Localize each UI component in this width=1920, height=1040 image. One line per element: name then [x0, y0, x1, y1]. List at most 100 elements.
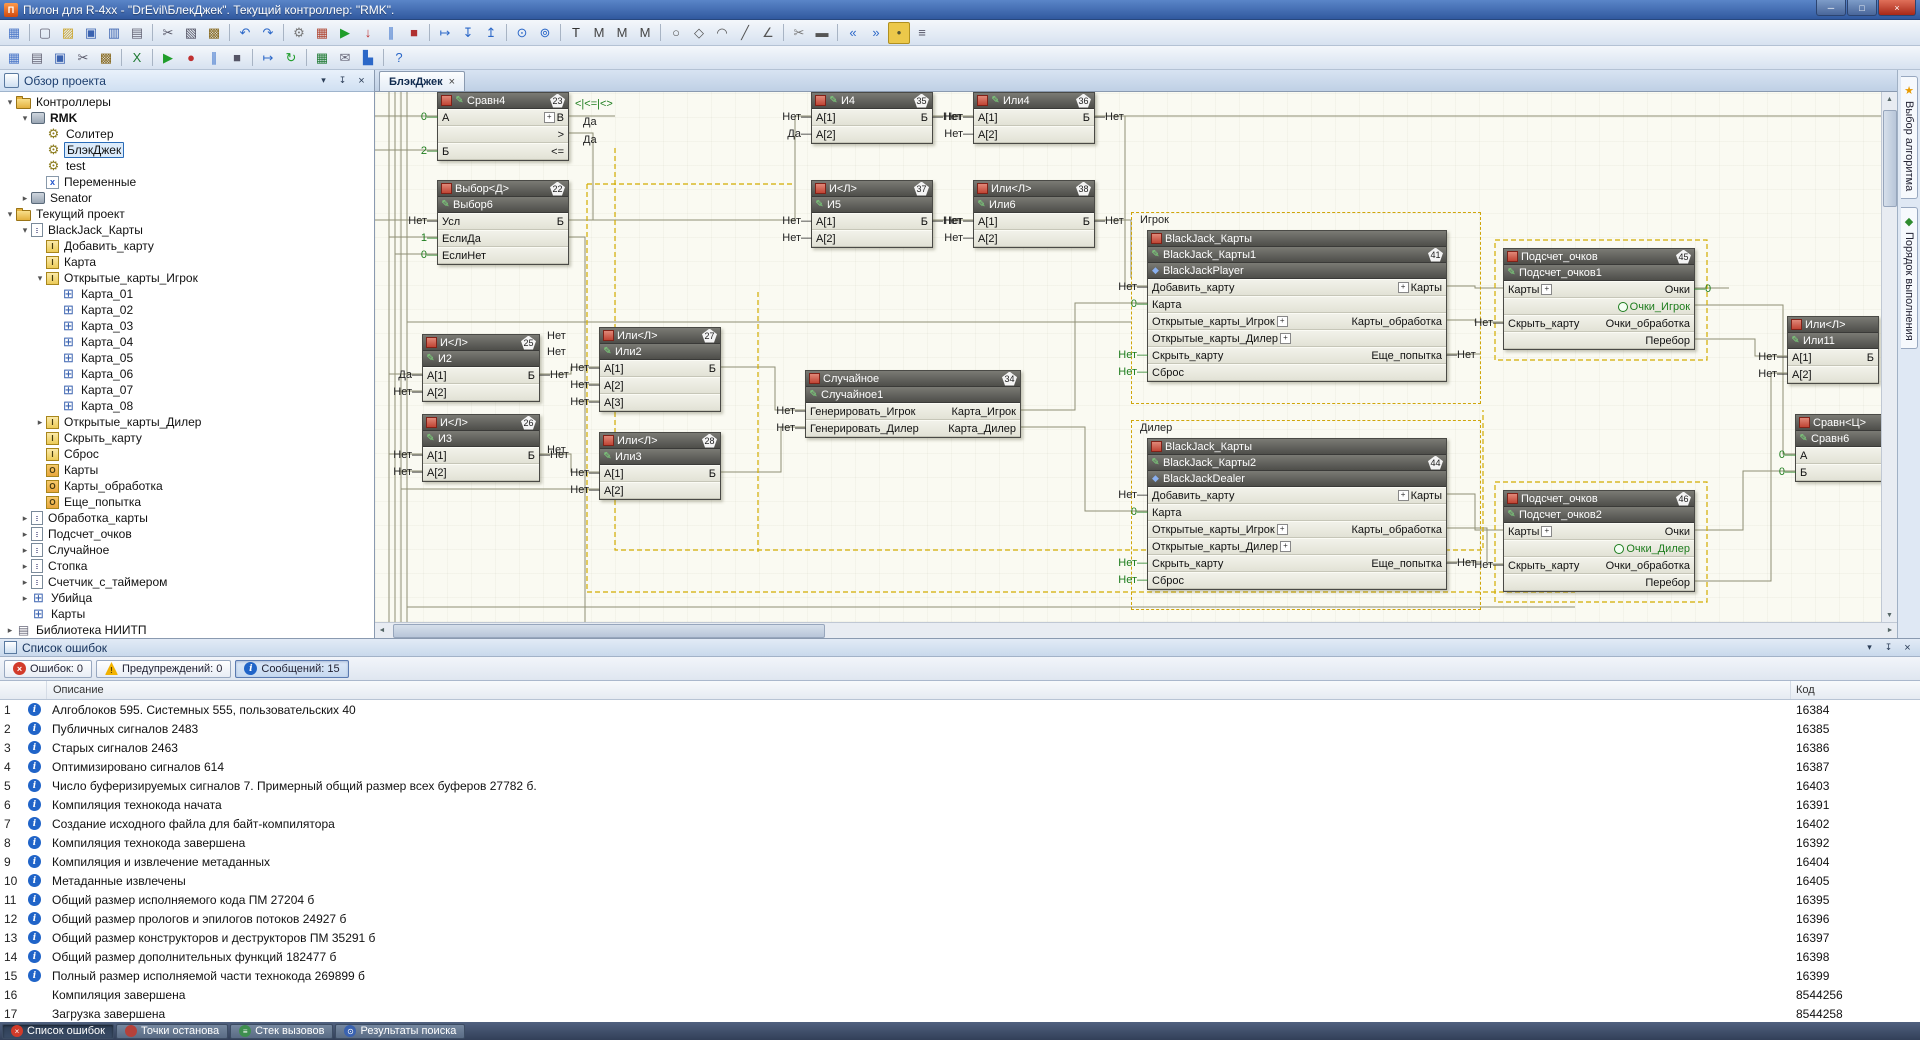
message-row[interactable]: 9 Компиляция и извлечение метаданных 16404	[0, 852, 1920, 871]
macro-m1-icon[interactable]: М	[588, 22, 610, 44]
expand-plus-icon[interactable]: +	[1276, 316, 1288, 327]
tree-item[interactable]: Добавить_карту	[0, 238, 374, 254]
stop-icon[interactable]: ■	[403, 22, 425, 44]
new-file-icon[interactable]: ▢	[34, 22, 56, 44]
undo-icon[interactable]: ↶	[234, 22, 256, 44]
tree-item[interactable]: ▾ Открытые_карты_Игрок	[0, 270, 374, 286]
tree-item[interactable]: ▸ Убийца	[0, 590, 374, 606]
block-and3[interactable]: И<Л> 26 И3 А[1] Б Нет Нет А[2] Нет	[393, 414, 569, 482]
step-out-icon[interactable]: ↥	[480, 22, 502, 44]
tree-item[interactable]: ▸ Senator	[0, 190, 374, 206]
diagram-canvas[interactable]: ИгрокДилерСравн423А+В0>Б<=2Выбор<Д>22Выб…	[375, 92, 1881, 622]
project-tree-toggle-icon[interactable]: ▦	[3, 22, 25, 44]
collapse-arrow-icon[interactable]: ▾	[19, 113, 31, 124]
block-or4[interactable]: Или4 36 А[1] Б Нет Нет А[2] Нет	[944, 92, 1124, 144]
pause-icon[interactable]: ∥	[380, 22, 402, 44]
tree-item[interactable]: Карта_04	[0, 334, 374, 350]
macro-m3-icon[interactable]: М	[634, 22, 656, 44]
redo-icon[interactable]: ↷	[257, 22, 279, 44]
step-next-icon[interactable]: ↦	[257, 47, 279, 69]
block-or3[interactable]: Или<Л> 28 Или3 А[1] Б Нет А[2] Нет	[570, 432, 721, 500]
tree-item[interactable]: Скрыть_карту	[0, 430, 374, 446]
tree-item[interactable]: Карта_06	[0, 366, 374, 382]
lock-icon[interactable]: •	[888, 21, 910, 44]
tree-item[interactable]: ▸ Обработка_карты	[0, 510, 374, 526]
send-mail-icon[interactable]: ✉	[334, 47, 356, 69]
scroll-down-icon[interactable]: ▼	[1883, 608, 1897, 622]
expand-plus-icon[interactable]: +	[1397, 282, 1409, 293]
message-row[interactable]: 14 Общий размер дополнительных функций 18…	[0, 947, 1920, 966]
tree-item[interactable]: ▾ Контроллеры	[0, 94, 374, 110]
expand-arrow-icon[interactable]: ▸	[34, 417, 46, 428]
tree-item[interactable]: Карты	[0, 462, 374, 478]
message-row[interactable]: 15 Полный размер исполняемой части технок…	[0, 966, 1920, 985]
line-tool-icon[interactable]: ╱	[734, 22, 756, 44]
tab-close-icon[interactable]	[449, 76, 455, 88]
tree-item[interactable]: Переменные	[0, 174, 374, 190]
block-random1[interactable]: Случайное 34 Случайное1 Генерировать_Игрок К…	[776, 370, 1021, 438]
save-icon[interactable]: ▣	[80, 22, 102, 44]
print-icon[interactable]: ▤	[126, 22, 148, 44]
tree-item[interactable]: Карта_07	[0, 382, 374, 398]
error-panel-pin-icon[interactable]	[1880, 640, 1897, 656]
message-row[interactable]: 7 Создание исходного файла для байт-компи…	[0, 814, 1920, 833]
polygon-tool-icon[interactable]: ◇	[688, 22, 710, 44]
macro-m2-icon[interactable]: М	[611, 22, 633, 44]
block-and4[interactable]: И435А[1]БНетНетА[2]Да	[782, 92, 962, 144]
expand-arrow-icon[interactable]: ▸	[19, 593, 31, 604]
open-file-icon[interactable]: ▨	[57, 22, 79, 44]
stop-2-icon[interactable]: ■	[226, 47, 248, 69]
tree-item[interactable]: Еще_попытка	[0, 494, 374, 510]
pause-2-icon[interactable]: ∥	[203, 47, 225, 69]
diagram-overview-icon[interactable]: ▦	[3, 47, 25, 69]
search-in-files-icon[interactable]: ⊚	[534, 22, 556, 44]
comments-icon[interactable]: »	[865, 22, 887, 44]
message-row[interactable]: 12 Общий размер прологов и эпилогов поток…	[0, 909, 1920, 928]
collapse-arrow-icon[interactable]: ▾	[4, 209, 16, 220]
panel-close-icon[interactable]	[353, 73, 370, 89]
export-excel-icon[interactable]: X	[126, 47, 148, 69]
save-diagram-icon[interactable]: ▣	[49, 47, 71, 69]
expand-arrow-icon[interactable]: ▸	[19, 561, 31, 572]
paste-icon[interactable]: ▩	[203, 22, 225, 44]
block-or2[interactable]: Или<Л> 27 Или2 А[1] Б Нет А[2] Нет А[3] Нет	[570, 327, 721, 412]
text-tool-icon[interactable]: Т	[565, 22, 587, 44]
expand-plus-icon[interactable]: +	[1276, 524, 1288, 535]
status-tab-error-list[interactable]: Список ошибок	[2, 1023, 114, 1039]
block-score-dealer[interactable]: Подсчет_очков 46 Подсчет_очков2 Карты+ Очки О…	[1474, 490, 1695, 592]
paste-2-icon[interactable]: ▩	[95, 47, 117, 69]
expand-arrow-icon[interactable]: ▸	[19, 529, 31, 540]
tree-item[interactable]: ▾ Текущий проект	[0, 206, 374, 222]
statistics-icon[interactable]: ▙	[357, 47, 379, 69]
horizontal-scrollbar[interactable]: ◄ ►	[375, 622, 1897, 638]
scroll-left-icon[interactable]: ◄	[375, 624, 389, 638]
vertical-scroll-thumb[interactable]	[1882, 110, 1897, 207]
minimize-button[interactable]: ─	[1816, 0, 1846, 16]
message-row[interactable]: 8 Компиляция технокода завершена 16392	[0, 833, 1920, 852]
tree-item[interactable]: Карты_обработка	[0, 478, 374, 494]
expand-arrow-icon[interactable]: ▸	[19, 193, 31, 204]
tree-item[interactable]: Карта_01	[0, 286, 374, 302]
help-icon[interactable]: ?	[388, 47, 410, 69]
ellipse-tool-icon[interactable]: ○	[665, 22, 687, 44]
message-row[interactable]: 13 Общий размер конструкторов и деструкто…	[0, 928, 1920, 947]
save-all-icon[interactable]: ▥	[103, 22, 125, 44]
tree-item[interactable]: ▸ Открытые_карты_Дилер	[0, 414, 374, 430]
error-panel-menu-icon[interactable]	[1861, 640, 1878, 656]
expand-arrow-icon[interactable]: ▸	[19, 577, 31, 588]
close-button[interactable]: ×	[1878, 0, 1916, 16]
compile-icon[interactable]: ⚙	[288, 22, 310, 44]
filter-info-button[interactable]: Сообщений: 15	[235, 659, 349, 678]
status-tab-search-results[interactable]: Результаты поиска	[335, 1023, 466, 1039]
block-or11[interactable]: Или<Л> Или11 А[1] Б Нет А[2] Нет	[1758, 316, 1879, 384]
expand-plus-icon[interactable]: +	[543, 112, 555, 123]
message-row[interactable]: 10 Метаданные извлечены 16405	[0, 871, 1920, 890]
message-row[interactable]: 6 Компиляция технокода начата 16391	[0, 795, 1920, 814]
message-row[interactable]: 3 Старых сигналов 2463 16386	[0, 738, 1920, 757]
collapse-arrow-icon[interactable]: ▾	[4, 97, 16, 108]
expand-arrow-icon[interactable]: ▸	[19, 513, 31, 524]
filter-warning-button[interactable]: Предупреждений: 0	[96, 659, 232, 678]
trim-tool-icon[interactable]: ✂	[788, 22, 810, 44]
tree-item[interactable]: Сброс	[0, 446, 374, 462]
cut-icon[interactable]: ✂	[157, 22, 179, 44]
